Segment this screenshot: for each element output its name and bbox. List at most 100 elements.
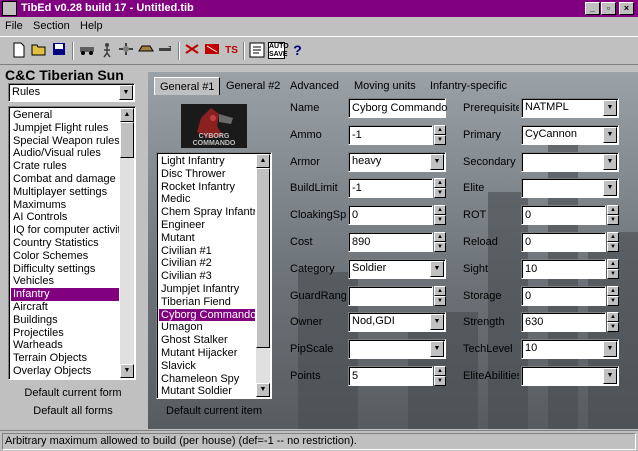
chevron-down-icon[interactable]: ▼ bbox=[603, 368, 617, 384]
field-combo-primary[interactable]: CyCannon ▼ bbox=[521, 125, 619, 145]
spinner-rot[interactable]: ▲ ▼ bbox=[607, 205, 619, 225]
list-item[interactable]: Engineer bbox=[159, 219, 255, 232]
scroll-up-icon[interactable]: ▲ bbox=[120, 108, 134, 122]
list-item[interactable]: Jumpjet Flight rules bbox=[11, 122, 119, 135]
rules-combo[interactable]: Rules ▼ bbox=[8, 83, 135, 102]
tool3-icon[interactable] bbox=[117, 42, 134, 59]
list-item[interactable]: Maximums bbox=[11, 199, 119, 212]
tool6-icon[interactable] bbox=[183, 42, 200, 59]
maximize-button[interactable]: ▫ bbox=[601, 2, 616, 15]
spinner-points[interactable]: ▲ ▼ bbox=[434, 366, 446, 386]
field-input-rot[interactable]: 0 bbox=[521, 205, 606, 225]
spinner-sight[interactable]: ▲ ▼ bbox=[607, 259, 619, 279]
default-current-item-button[interactable]: Default current item bbox=[156, 405, 272, 417]
spin-up-icon[interactable]: ▲ bbox=[434, 125, 446, 135]
scroll-thumb[interactable] bbox=[256, 168, 270, 348]
list-item[interactable]: Mutant Soldier bbox=[159, 385, 255, 398]
tab-general-2[interactable]: General #2 bbox=[226, 77, 280, 95]
spin-down-icon[interactable]: ▼ bbox=[434, 135, 446, 145]
field-combo-techlevel[interactable]: 10 ▼ bbox=[521, 339, 619, 359]
save-icon[interactable] bbox=[50, 42, 67, 59]
chevron-down-icon[interactable]: ▼ bbox=[603, 127, 617, 143]
field-combo-pipscale[interactable]: ▼ bbox=[348, 339, 446, 359]
chevron-down-icon[interactable]: ▼ bbox=[603, 100, 617, 116]
field-combo-category[interactable]: Soldier ▼ bbox=[348, 259, 446, 279]
options-icon[interactable] bbox=[248, 42, 265, 59]
spin-up-icon[interactable]: ▲ bbox=[434, 205, 446, 215]
spin-down-icon[interactable]: ▼ bbox=[607, 269, 619, 279]
spin-down-icon[interactable]: ▼ bbox=[434, 215, 446, 225]
spinner-guardrang[interactable]: ▲ ▼ bbox=[434, 286, 446, 306]
field-input-cloakingspe[interactable]: 0 bbox=[348, 205, 433, 225]
new-icon[interactable] bbox=[10, 42, 27, 59]
spin-up-icon[interactable]: ▲ bbox=[434, 286, 446, 296]
list-item[interactable]: Projectiles bbox=[11, 327, 119, 340]
list-item[interactable]: IQ for computer activity bbox=[11, 224, 119, 237]
spin-up-icon[interactable]: ▲ bbox=[434, 178, 446, 188]
field-combo-owner[interactable]: Nod,GDI ▼ bbox=[348, 312, 446, 332]
list-item[interactable]: Cyborg Commando bbox=[159, 308, 255, 322]
spinner-cost[interactable]: ▲ ▼ bbox=[434, 232, 446, 252]
list-item[interactable]: Color Schemes bbox=[11, 250, 119, 263]
spin-down-icon[interactable]: ▼ bbox=[434, 242, 446, 252]
spin-down-icon[interactable]: ▼ bbox=[607, 296, 619, 306]
field-combo-eliteabilities[interactable]: ▼ bbox=[521, 366, 619, 386]
list-item[interactable]: Crate rules bbox=[11, 160, 119, 173]
chevron-down-icon[interactable]: ▼ bbox=[119, 85, 133, 100]
list-item[interactable]: AI Controls bbox=[11, 211, 119, 224]
scroll-down-icon[interactable]: ▼ bbox=[120, 364, 134, 378]
spin-up-icon[interactable]: ▲ bbox=[607, 259, 619, 269]
help-icon[interactable]: ? bbox=[289, 42, 306, 59]
spin-up-icon[interactable]: ▲ bbox=[607, 205, 619, 215]
spinner-cloakingspe[interactable]: ▲ ▼ bbox=[434, 205, 446, 225]
chevron-down-icon[interactable]: ▼ bbox=[430, 341, 444, 357]
list-item[interactable]: Difficulty settings bbox=[11, 263, 119, 276]
field-input-storage[interactable]: 0 bbox=[521, 286, 606, 306]
field-input-reload[interactable]: 0 bbox=[521, 232, 606, 252]
spinner-storage[interactable]: ▲ ▼ bbox=[607, 286, 619, 306]
chevron-down-icon[interactable]: ▼ bbox=[430, 261, 444, 277]
list-item[interactable]: Tiberian Fiend bbox=[159, 296, 255, 309]
tool7-icon[interactable] bbox=[203, 42, 220, 59]
app-icon[interactable] bbox=[2, 1, 17, 16]
field-input-sight[interactable]: 10 bbox=[521, 259, 606, 279]
list-item[interactable]: Jumpjet Infantry bbox=[159, 283, 255, 296]
spin-up-icon[interactable]: ▲ bbox=[434, 366, 446, 376]
chevron-down-icon[interactable]: ▼ bbox=[430, 314, 444, 330]
list-item[interactable]: Rocket Infantry bbox=[159, 181, 255, 194]
field-input-ammo[interactable]: -1 bbox=[348, 125, 433, 145]
field-combo-armor[interactable]: heavy ▼ bbox=[348, 152, 446, 172]
list-item[interactable]: Mutant bbox=[159, 232, 255, 245]
tool8-icon[interactable]: TS bbox=[223, 42, 240, 59]
minimize-button[interactable]: _ bbox=[585, 2, 600, 15]
autosave-icon[interactable]: AUTO SAVE bbox=[268, 42, 289, 59]
tool5-icon[interactable] bbox=[157, 42, 174, 59]
spin-down-icon[interactable]: ▼ bbox=[607, 242, 619, 252]
field-input-guardrang[interactable] bbox=[348, 286, 433, 306]
field-combo-elite[interactable]: ▼ bbox=[521, 178, 619, 198]
list-item[interactable]: Combat and damage ru bbox=[11, 173, 119, 186]
list-item[interactable]: Audio/Visual rules bbox=[11, 147, 119, 160]
unit-list-scrollbar[interactable]: ▲ ▼ bbox=[256, 154, 270, 397]
field-input-cost[interactable]: 890 bbox=[348, 232, 433, 252]
list-item[interactable]: Civilian #2 bbox=[159, 257, 255, 270]
field-input-points[interactable]: 5 bbox=[348, 366, 433, 386]
list-item[interactable]: Multiplayer settings bbox=[11, 186, 119, 199]
unit-list[interactable]: Light Infantry Disc Thrower Rocket Infantr… bbox=[156, 152, 272, 399]
list-item[interactable]: Civilian #3 bbox=[159, 270, 255, 283]
chevron-down-icon[interactable]: ▼ bbox=[603, 341, 617, 357]
spinner-ammo[interactable]: ▲ ▼ bbox=[434, 125, 446, 145]
field-combo-secondary[interactable]: ▼ bbox=[521, 152, 619, 172]
list-item[interactable]: Warheads bbox=[11, 339, 119, 352]
menu-section[interactable]: Section bbox=[33, 17, 70, 35]
list-item[interactable]: Terrain Objects bbox=[11, 352, 119, 365]
field-input-buildlimit[interactable]: -1 bbox=[348, 178, 433, 198]
section-list[interactable]: General Jumpjet Flight rules Special Weapo… bbox=[8, 106, 136, 380]
spin-down-icon[interactable]: ▼ bbox=[434, 296, 446, 306]
chevron-down-icon[interactable]: ▼ bbox=[430, 154, 444, 170]
scroll-down-icon[interactable]: ▼ bbox=[256, 383, 270, 397]
default-all-forms-button[interactable]: Default all forms bbox=[8, 405, 138, 417]
spin-up-icon[interactable]: ▲ bbox=[607, 232, 619, 242]
list-item[interactable]: Mutant Hijacker bbox=[159, 347, 255, 360]
spinner-buildlimit[interactable]: ▲ ▼ bbox=[434, 178, 446, 198]
